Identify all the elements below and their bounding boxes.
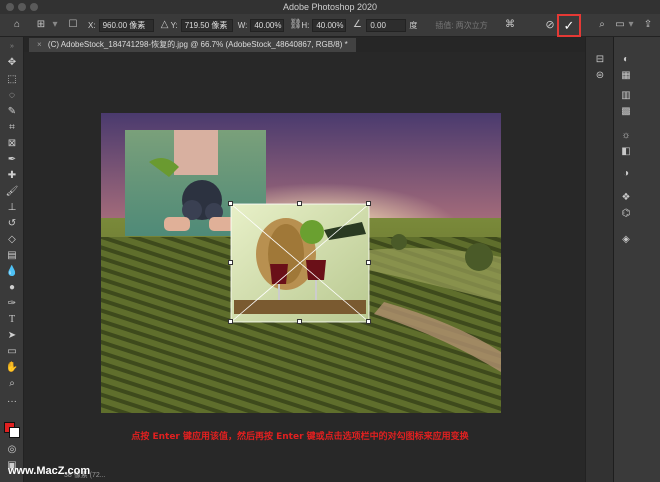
home-icon[interactable]: ⌂ — [6, 19, 28, 31]
close-window-button[interactable] — [6, 3, 14, 11]
link-icon[interactable]: ⛓ — [289, 19, 302, 31]
app-title: Adobe Photoshop 2020 — [282, 2, 378, 12]
watermark: www.MacZ.com — [8, 465, 91, 477]
document-tab[interactable]: × (C) AdobeStock_184741298-恢复的.jpg @ 66.… — [29, 38, 356, 52]
tools-panel: » ✥ ⬚ ◌ ✎ ⌗ ⊠ ✒ ✚ 🖌 ⊥ ↺ ◇ ▤ 💧 ● ✑ T ➤ ▭ … — [0, 37, 24, 482]
crop-tool-icon[interactable]: ⌗ — [3, 120, 21, 135]
layers-panel-icon[interactable]: ◈ — [618, 233, 634, 247]
zoom-window-button[interactable] — [30, 3, 38, 11]
title-bar: Adobe Photoshop 2020 — [0, 0, 660, 14]
instruction-caption: 点按 Enter 键应用该值，然后再按 Enter 键或点击选项栏中的对勾图标来… — [131, 432, 469, 442]
history-panel-icon[interactable]: ⊟ — [592, 53, 608, 67]
gradients-panel-icon[interactable]: ▥ — [618, 89, 634, 103]
blur-tool-icon[interactable]: 💧 — [3, 264, 21, 279]
transform-handle-bottom[interactable] — [297, 319, 302, 324]
history-brush-tool-icon[interactable]: ↺ — [3, 216, 21, 231]
document-tabs: × (C) AdobeStock_184741298-恢复的.jpg @ 66.… — [24, 37, 585, 52]
y-label: Y: — [170, 20, 178, 30]
paths-panel-icon[interactable]: ⌬ — [618, 207, 634, 221]
zoom-tool-icon[interactable]: ⌕ — [3, 376, 21, 391]
transform-handle-left[interactable] — [228, 260, 233, 265]
search-icon[interactable]: ⌕ — [596, 19, 608, 31]
y-field[interactable]: 719.50 像素 — [180, 18, 233, 32]
close-tab-icon[interactable]: × — [37, 40, 42, 49]
minimize-window-button[interactable] — [18, 3, 26, 11]
eraser-tool-icon[interactable]: ◇ — [3, 232, 21, 247]
status-bar: 38 像素 (72... — [64, 472, 106, 479]
transform-handle-right[interactable] — [366, 260, 371, 265]
healing-brush-tool-icon[interactable]: ✚ — [3, 168, 21, 183]
path-select-tool-icon[interactable]: ➤ — [3, 328, 21, 343]
angle-unit: 度 — [409, 20, 418, 30]
lasso-tool-icon[interactable]: ◌ — [3, 88, 21, 103]
reference-point-icon[interactable]: ☐ — [66, 19, 80, 31]
hand-tool-icon[interactable]: ✋ — [3, 360, 21, 375]
gradient-tool-icon[interactable]: ▤ — [3, 248, 21, 263]
learn-panel-icon[interactable]: ☼ — [618, 129, 634, 143]
rectangle-tool-icon[interactable]: ▭ — [3, 344, 21, 359]
background-color-swatch[interactable] — [9, 427, 20, 438]
properties-panel-icon[interactable]: ⊜ — [592, 69, 608, 83]
libraries-panel-icon[interactable]: ◧ — [618, 145, 634, 159]
panel-dock-narrow: ⊟ ⊜ — [585, 37, 613, 482]
interpolation-select[interactable]: 插值: 两次立方 — [435, 20, 487, 31]
commit-transform-button[interactable]: ✓ — [557, 14, 581, 37]
angle-icon: ∠ — [352, 19, 362, 30]
x-field[interactable]: 960.00 像素 — [98, 18, 154, 32]
angle-field[interactable]: 0.00 — [366, 18, 407, 32]
marquee-tool-icon[interactable]: ⬚ — [3, 72, 21, 87]
document-image[interactable] — [24, 52, 585, 482]
share-icon[interactable]: ⇪ — [642, 19, 654, 31]
transform-handle-top[interactable] — [297, 201, 302, 206]
chevron-down-icon[interactable]: ▾ — [50, 19, 60, 31]
adjustments-panel-icon[interactable]: ◑ — [618, 167, 634, 181]
warp-icon[interactable]: ⌘ — [503, 19, 517, 31]
h-label: H: — [301, 20, 310, 30]
type-tool-icon[interactable]: T — [3, 312, 21, 327]
transform-tool-icon[interactable]: ⊞ — [32, 19, 50, 31]
transform-handle-top-left[interactable] — [228, 201, 233, 206]
transform-handle-bottom-left[interactable] — [228, 319, 233, 324]
quick-mask-icon[interactable]: ◎ — [3, 442, 21, 457]
document-tab-label: (C) AdobeStock_184741298-恢复的.jpg @ 66.7%… — [47, 40, 348, 49]
cancel-transform-icon[interactable]: ⊘ — [543, 19, 557, 31]
patterns-panel-icon[interactable]: ▩ — [618, 105, 634, 119]
dodge-tool-icon[interactable]: ● — [3, 280, 21, 295]
workspace-chevron-icon[interactable]: ▾ — [628, 19, 634, 31]
eyedropper-tool-icon[interactable]: ✒ — [3, 152, 21, 167]
height-field[interactable]: 40.00% — [312, 18, 347, 32]
w-label: W: — [237, 20, 248, 30]
width-field[interactable]: 40.00% — [250, 18, 285, 32]
channels-panel-icon[interactable]: ❖ — [618, 191, 634, 205]
move-tool-icon[interactable]: ✥ — [3, 55, 21, 70]
transform-handle-bottom-right[interactable] — [366, 319, 371, 324]
collapse-icon[interactable]: » — [3, 39, 21, 54]
canvas-area[interactable] — [24, 52, 585, 482]
x-label: X: — [88, 20, 96, 30]
workspace-icon[interactable]: ▭ — [614, 19, 626, 31]
color-panel-icon[interactable]: ◐ — [618, 53, 634, 67]
triangle-icon[interactable]: △ — [159, 19, 171, 31]
quick-select-tool-icon[interactable]: ✎ — [3, 104, 21, 119]
transform-handle-top-right[interactable] — [366, 201, 371, 206]
more-tools-icon[interactable]: ··· — [3, 394, 21, 409]
brush-tool-icon[interactable]: 🖌 — [3, 184, 21, 199]
swatches-panel-icon[interactable]: ▦ — [618, 69, 634, 83]
panel-dock: ◐ ▦ ▥ ▩ ☼ ◧ ◑ ❖ ⌬ ◈ — [613, 37, 660, 482]
pen-tool-icon[interactable]: ✑ — [3, 296, 21, 311]
clone-stamp-tool-icon[interactable]: ⊥ — [3, 200, 21, 215]
frame-tool-icon[interactable]: ⊠ — [3, 136, 21, 151]
